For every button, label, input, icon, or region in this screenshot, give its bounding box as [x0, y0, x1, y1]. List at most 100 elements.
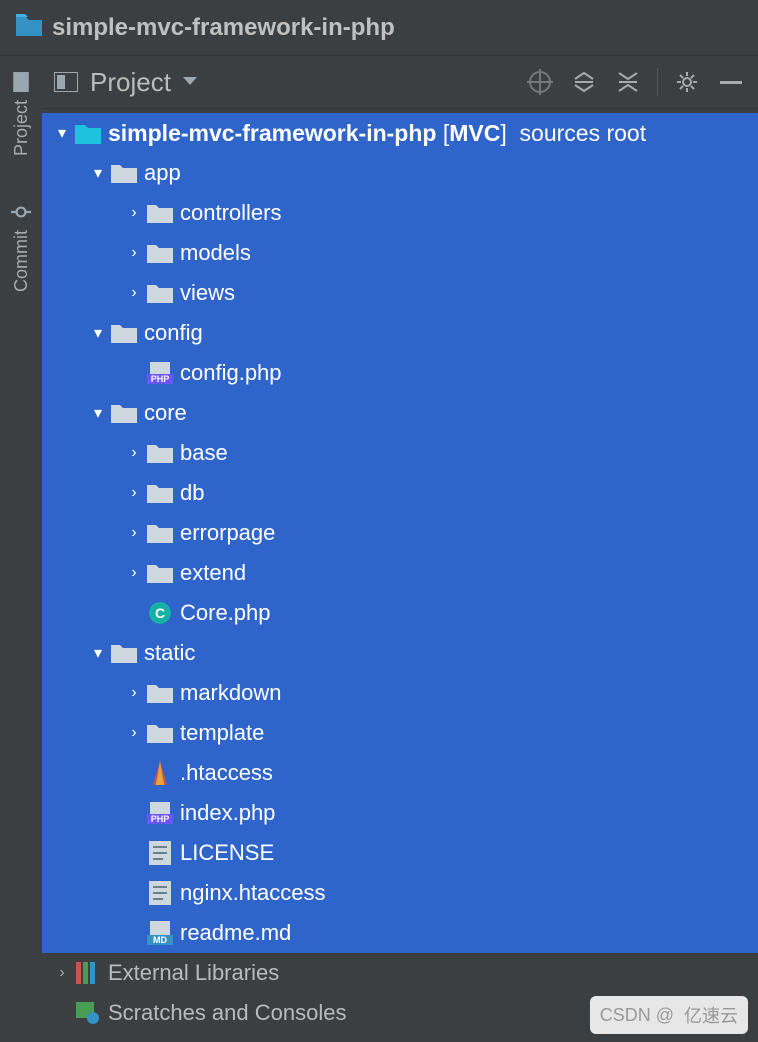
folder-icon [146, 481, 174, 505]
php-icon: PHP [146, 801, 174, 825]
chevron-down-icon[interactable]: ▾ [86, 163, 110, 183]
folder-icon [146, 721, 174, 745]
tree-row[interactable]: ▾ app [42, 153, 758, 193]
project-rail-icon [11, 72, 31, 92]
tree-node-label: index.php [180, 800, 275, 826]
chevron-right-icon[interactable]: › [122, 444, 146, 462]
tree-row[interactable]: LICENSE [42, 833, 758, 873]
project-view-icon [54, 72, 78, 92]
watermark: CSDN @ 亿速云 [590, 996, 748, 1034]
tree-row[interactable]: PHP index.php [42, 793, 758, 833]
folder-icon [146, 281, 174, 305]
rail-tab-commit[interactable]: Commit [11, 194, 32, 300]
folder-icon [146, 521, 174, 545]
class-icon: C [146, 601, 174, 625]
chevron-right-icon[interactable]: › [122, 524, 146, 542]
folder-icon [110, 641, 138, 665]
chevron-down-icon[interactable]: ▾ [86, 323, 110, 343]
root-tag: MVC [449, 120, 500, 146]
gear-icon[interactable] [672, 67, 702, 97]
chevron-right-icon[interactable]: › [122, 284, 146, 302]
chevron-right-icon[interactable]: › [50, 964, 74, 982]
tree-node-label: base [180, 440, 228, 466]
tree-row[interactable]: › errorpage [42, 513, 758, 553]
root-type: sources root [520, 120, 647, 147]
commit-rail-icon [11, 202, 31, 222]
text-icon [146, 881, 174, 905]
tree-node-label: models [180, 240, 251, 266]
chevron-down-icon[interactable]: ▾ [86, 643, 110, 663]
tree-row[interactable]: ▾ core [42, 393, 758, 433]
module-folder-icon [74, 121, 102, 145]
scratches-icon [74, 1001, 102, 1025]
chevron-right-icon[interactable]: › [122, 204, 146, 222]
tree-node-label: .htaccess [180, 760, 273, 786]
expand-all-icon[interactable] [569, 67, 599, 97]
tree-node-label: views [180, 280, 235, 306]
scratches-label: Scratches and Consoles [108, 1000, 346, 1026]
tree-row[interactable]: › base [42, 433, 758, 473]
project-view-selector[interactable]: Project [54, 67, 197, 98]
tree-row[interactable]: ▾ config [42, 313, 758, 353]
tree-node-label: readme.md [180, 920, 291, 946]
window-title: simple-mvc-framework-in-php [52, 14, 395, 42]
tree-row[interactable]: › template [42, 713, 758, 753]
folder-icon [110, 161, 138, 185]
tree-row[interactable]: › views [42, 273, 758, 313]
project-tree[interactable]: ▾ simple-mvc-framework-in-php [MVC] sour… [42, 109, 758, 1042]
tree-node-label: nginx.htaccess [180, 880, 326, 906]
tree-node-label: controllers [180, 200, 281, 226]
chevron-down-icon[interactable]: ▾ [50, 123, 74, 143]
svg-text:C: C [155, 605, 165, 621]
text-icon [146, 841, 174, 865]
tree-row[interactable]: › db [42, 473, 758, 513]
folder-icon [110, 321, 138, 345]
tree-row[interactable]: .htaccess [42, 753, 758, 793]
chevron-right-icon[interactable]: › [122, 564, 146, 582]
chevron-down-icon [183, 77, 197, 87]
tree-row[interactable]: › controllers [42, 193, 758, 233]
tree-node-label: extend [180, 560, 246, 586]
left-rail: Project Commit [0, 56, 42, 1042]
rail-tab-project[interactable]: Project [11, 64, 32, 164]
collapse-all-icon[interactable] [613, 67, 643, 97]
chevron-right-icon[interactable]: › [122, 684, 146, 702]
tree-root[interactable]: ▾ simple-mvc-framework-in-php [MVC] sour… [42, 113, 758, 153]
tree-node-label: static [144, 640, 195, 666]
md-icon: MD [146, 921, 174, 945]
tree-node-label: LICENSE [180, 840, 274, 866]
tree-row[interactable]: nginx.htaccess [42, 873, 758, 913]
titlebar: simple-mvc-framework-in-php [0, 0, 758, 56]
external-libraries[interactable]: › External Libraries [42, 953, 758, 993]
tree-node-label: template [180, 720, 264, 746]
project-toolbar: Project [42, 56, 758, 109]
tree-row[interactable]: › extend [42, 553, 758, 593]
tree-node-label: Core.php [180, 600, 271, 626]
tree-row[interactable]: C Core.php [42, 593, 758, 633]
project-folder-icon [16, 14, 42, 42]
svg-text:PHP: PHP [151, 374, 170, 384]
svg-text:MD: MD [153, 935, 167, 945]
folder-icon [146, 241, 174, 265]
tree-row[interactable]: PHP config.php [42, 353, 758, 393]
tree-row[interactable]: › markdown [42, 673, 758, 713]
root-name: simple-mvc-framework-in-php [108, 120, 436, 147]
apache-icon [146, 761, 174, 785]
watermark-csdn: CSDN @ [600, 1005, 674, 1026]
tree-row[interactable]: MD readme.md [42, 913, 758, 953]
chevron-down-icon[interactable]: ▾ [86, 403, 110, 423]
folder-icon [146, 561, 174, 585]
folder-icon [146, 681, 174, 705]
tree-node-label: errorpage [180, 520, 275, 546]
tree-row[interactable]: › models [42, 233, 758, 273]
chevron-right-icon[interactable]: › [122, 244, 146, 262]
chevron-right-icon[interactable]: › [122, 724, 146, 742]
minimize-icon[interactable] [716, 67, 746, 97]
folder-icon [146, 201, 174, 225]
chevron-right-icon[interactable]: › [122, 484, 146, 502]
tree-node-label: app [144, 160, 181, 186]
locate-icon[interactable] [525, 67, 555, 97]
folder-icon [110, 401, 138, 425]
tree-row[interactable]: ▾ static [42, 633, 758, 673]
php-icon: PHP [146, 361, 174, 385]
